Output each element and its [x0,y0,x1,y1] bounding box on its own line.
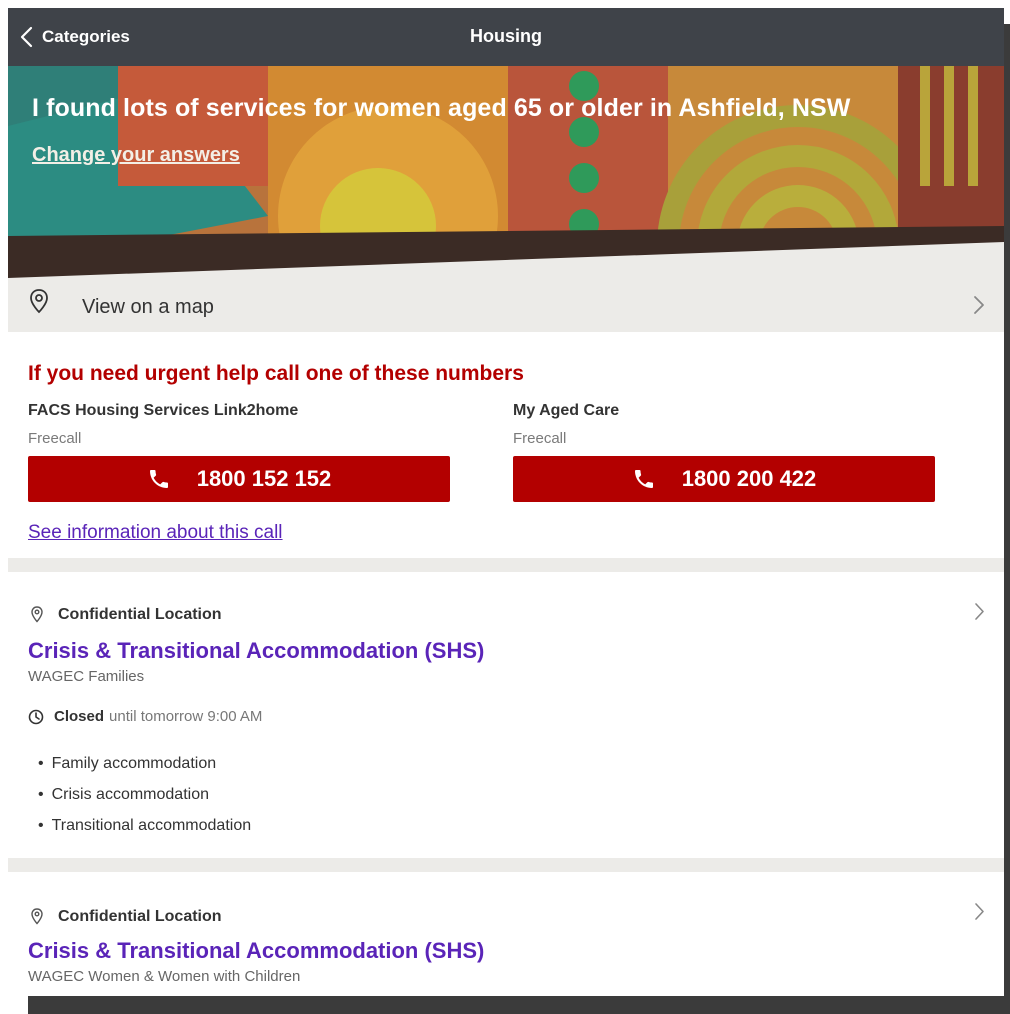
view-on-map-row[interactable]: View on a map [8,278,1004,332]
service-organisation: WAGEC Families [28,668,145,685]
list-item: Crisis accommodation [38,779,251,810]
open-status: Closed [54,708,105,725]
page-title: Housing [470,26,542,46]
hotline-number-1: 1800 152 152 [196,466,332,491]
hotline-number-2: 1800 200 422 [681,466,817,491]
opening-hours: Closed until tomorrow 9:00 AM [28,708,262,725]
hotline-type-1: Freecall [28,430,82,447]
phone-icon [634,470,653,488]
service-title[interactable]: Crisis & Transitional Accommodation (SHS… [28,938,484,964]
app-window: Categories Housing I found lots of servi… [8,8,1004,996]
call-link2home-button[interactable]: 1800 152 152 [28,456,450,502]
hotline-type-2: Freecall [513,430,567,447]
service-feature-list: Family accommodation Crisis accommodatio… [38,748,252,841]
chevron-right-icon [975,903,984,920]
change-answers-link[interactable]: Change your answers [32,144,240,167]
call-my-aged-care-button[interactable]: 1800 200 422 [513,456,935,502]
service-location: Confidential Location [58,908,222,925]
section-divider [8,558,1004,572]
list-item: Family accommodation [38,748,251,779]
window-shadow-right [1004,24,1010,1014]
results-summary-headline: I found lots of services for women aged … [32,94,851,122]
hotline-name-2: My Aged Care [513,402,620,419]
location-pin-icon [30,289,48,314]
top-nav-bar: Categories Housing [8,8,1004,66]
chevron-right-icon [974,296,984,314]
service-result-card[interactable]: Confidential Location Crisis & Transitio… [8,872,1004,996]
chevron-right-icon [975,603,984,620]
service-location: Confidential Location [58,606,222,623]
service-result-card[interactable]: Confidential Location Crisis & Transitio… [8,572,1004,858]
phone-icon [149,470,168,488]
service-organisation: WAGEC Women & Women with Children [28,968,301,985]
window-shadow-bottom [28,996,1010,1014]
open-status-detail: until tomorrow 9:00 AM [109,708,263,725]
call-information-link[interactable]: See information about this call [28,522,283,544]
view-on-map-label: View on a map [82,296,214,318]
clock-icon [28,709,44,724]
location-pin-icon [31,606,43,623]
service-title[interactable]: Crisis & Transitional Accommodation (SHS… [28,638,484,664]
list-item: Transitional accommodation [38,810,252,841]
urgent-help-heading: If you need urgent help call one of thes… [28,362,524,385]
hotline-name-1: FACS Housing Services Link2home [28,402,299,419]
location-pin-icon [31,908,43,925]
section-divider [8,858,1004,872]
urgent-help-section: If you need urgent help call one of thes… [8,332,1004,558]
hero-banner: I found lots of services for women aged … [8,66,1004,278]
